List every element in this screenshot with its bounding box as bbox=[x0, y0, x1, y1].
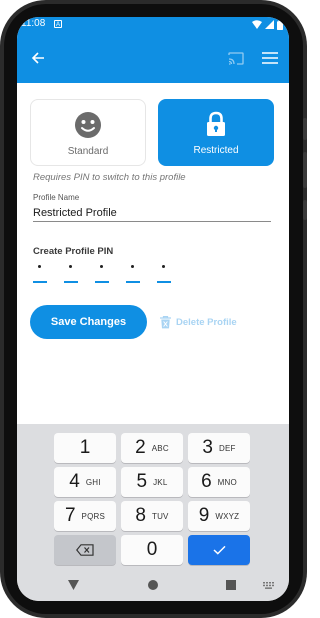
phone-screen: 11:08 A Standard Restricted Requires PIN… bbox=[17, 17, 289, 601]
key-number: 2 bbox=[135, 437, 146, 458]
key-number: 5 bbox=[136, 471, 148, 492]
key-6[interactable]: 6 MNO bbox=[188, 467, 250, 497]
profile-type-restricted[interactable]: Restricted bbox=[158, 99, 274, 166]
arrow-back-icon bbox=[31, 52, 44, 64]
key-letters: DEF bbox=[218, 443, 236, 453]
key-number: 1 bbox=[79, 437, 91, 458]
pin-dot bbox=[162, 265, 165, 268]
pin-hint-text: Requires PIN to switch to this profile bbox=[33, 172, 186, 183]
pin-digit-slot[interactable] bbox=[95, 259, 109, 283]
back-triangle-icon bbox=[67, 580, 79, 590]
android-debug-icon: A bbox=[54, 20, 62, 28]
key-letters: JKL bbox=[153, 477, 168, 487]
power-button bbox=[303, 200, 307, 220]
battery-icon bbox=[277, 19, 283, 30]
profile-type-label: Standard bbox=[67, 146, 109, 157]
system-nav-bar bbox=[17, 569, 289, 601]
key-number: 3 bbox=[202, 437, 213, 458]
pin-digit-slot[interactable] bbox=[33, 259, 47, 283]
delete-profile-button[interactable]: Delete Profile bbox=[160, 313, 237, 331]
nav-recents-button[interactable] bbox=[223, 577, 239, 593]
key-8[interactable]: 8 TUV bbox=[121, 501, 183, 531]
key-letters: MNO bbox=[217, 477, 237, 487]
cast-button[interactable] bbox=[223, 45, 249, 71]
volume-up-button bbox=[303, 118, 307, 140]
pin-digit-slot[interactable] bbox=[64, 259, 78, 283]
key-letters: ABC bbox=[151, 443, 169, 453]
cast-icon bbox=[228, 51, 244, 65]
keyboard-switch-button[interactable] bbox=[261, 579, 275, 591]
checkmark-icon bbox=[212, 545, 226, 555]
wifi-icon bbox=[252, 20, 262, 29]
status-icons bbox=[252, 19, 283, 30]
nav-back-button[interactable] bbox=[65, 577, 81, 593]
key-4[interactable]: 4 GHI bbox=[54, 467, 116, 497]
key-letters: TUV bbox=[151, 511, 169, 521]
key-letters: GHI bbox=[85, 477, 101, 487]
save-changes-button[interactable]: Save Changes bbox=[30, 305, 147, 339]
done-key[interactable] bbox=[188, 535, 250, 565]
home-circle-icon bbox=[148, 580, 158, 590]
hamburger-menu-icon bbox=[262, 52, 278, 64]
key-number: 0 bbox=[146, 539, 158, 560]
backspace-icon bbox=[76, 544, 94, 556]
pin-dot bbox=[131, 265, 134, 268]
delete-profile-label: Delete Profile bbox=[176, 316, 237, 328]
app-bar bbox=[17, 33, 289, 83]
key-3[interactable]: 3 DEF bbox=[188, 433, 250, 463]
volume-down-button bbox=[303, 152, 307, 188]
status-bar: 11:08 A bbox=[17, 17, 289, 33]
numeric-keyboard: 1 2 ABC 3 DEF 4 GHI 5 JKL 6 MNO 7 PQRS 8 bbox=[17, 424, 289, 569]
pin-dot bbox=[69, 265, 72, 268]
key-2[interactable]: 2 ABC bbox=[121, 433, 183, 463]
pin-digit-slot[interactable] bbox=[126, 259, 140, 283]
signal-icon bbox=[265, 20, 274, 29]
key-letters: WXYZ bbox=[215, 511, 240, 521]
smiley-icon bbox=[75, 112, 101, 138]
lock-icon bbox=[207, 111, 225, 136]
key-number: 6 bbox=[201, 471, 212, 492]
backspace-key[interactable] bbox=[54, 535, 116, 565]
key-9[interactable]: 9 WXYZ bbox=[188, 501, 250, 531]
key-0[interactable]: 0 bbox=[121, 535, 183, 565]
key-1[interactable]: 1 bbox=[54, 433, 116, 463]
key-number: 7 bbox=[64, 505, 76, 526]
create-pin-label: Create Profile PIN bbox=[33, 246, 114, 257]
status-time: 11:08 bbox=[21, 18, 46, 29]
profile-type-standard[interactable]: Standard bbox=[30, 99, 146, 166]
pin-digit-slot[interactable] bbox=[157, 259, 171, 283]
profile-type-label: Restricted bbox=[193, 145, 239, 156]
keyboard-switch-icon bbox=[262, 581, 274, 589]
key-number: 9 bbox=[198, 505, 210, 526]
edit-profile-form: Standard Restricted Requires PIN to swit… bbox=[17, 83, 289, 423]
key-letters: PQRS bbox=[81, 511, 106, 521]
profile-name-label: Profile Name bbox=[33, 193, 80, 202]
back-button[interactable] bbox=[25, 45, 51, 71]
menu-button[interactable] bbox=[257, 45, 283, 71]
key-5[interactable]: 5 JKL bbox=[121, 467, 183, 497]
key-number: 4 bbox=[69, 471, 80, 492]
recents-square-icon bbox=[226, 580, 236, 590]
profile-name-input[interactable]: Restricted Profile bbox=[33, 207, 271, 222]
key-7[interactable]: 7 PQRS bbox=[54, 501, 116, 531]
key-number: 8 bbox=[135, 505, 146, 526]
nav-home-button[interactable] bbox=[145, 577, 161, 593]
trash-icon bbox=[160, 315, 171, 328]
pin-dot bbox=[38, 265, 41, 268]
pin-dot bbox=[100, 265, 103, 268]
